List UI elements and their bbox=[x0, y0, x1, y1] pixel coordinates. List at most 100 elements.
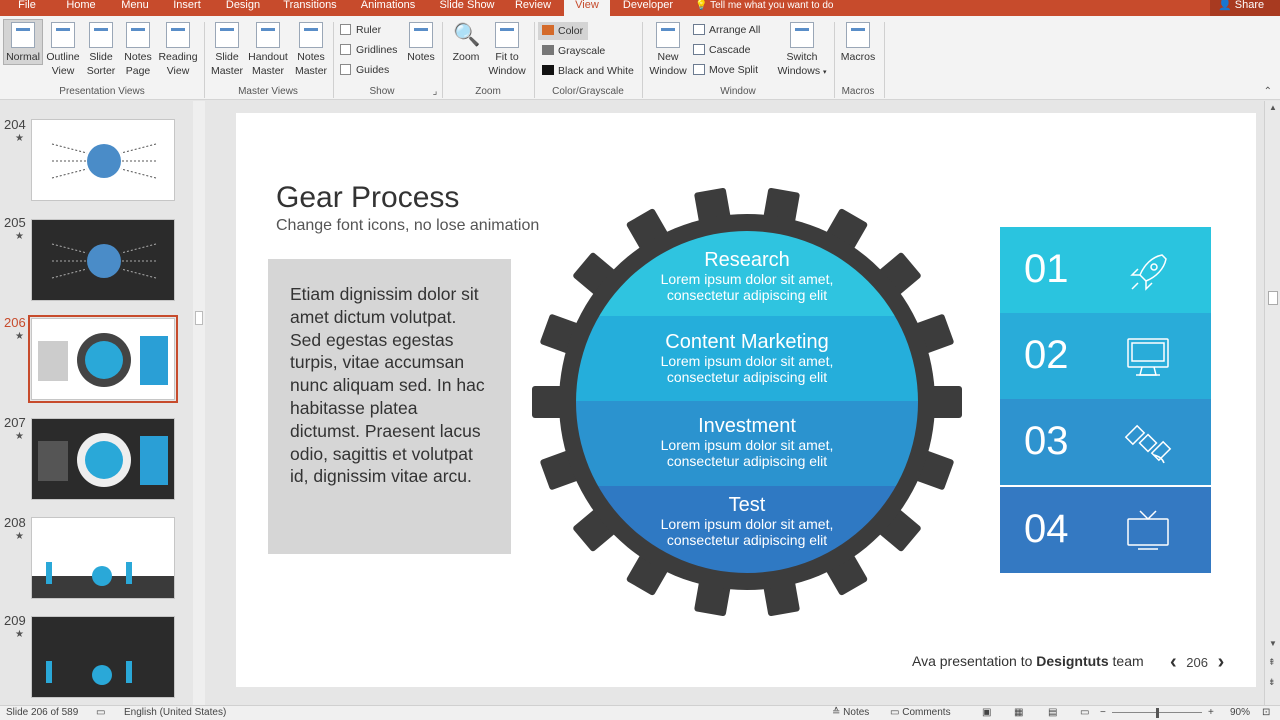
tab-developer[interactable]: Developer bbox=[616, 0, 680, 16]
number-box-04[interactable]: 04 bbox=[1000, 487, 1211, 573]
outline-view-button[interactable]: Outline View bbox=[44, 20, 82, 78]
arrange-all-button[interactable]: Arrange All bbox=[693, 24, 760, 36]
new-window-button[interactable]: New Window bbox=[648, 20, 688, 78]
tab-view[interactable]: View bbox=[564, 0, 610, 16]
tab-menu[interactable]: Menu bbox=[112, 0, 158, 16]
fit-slide-icon[interactable]: ⊡ bbox=[1262, 706, 1270, 720]
normal-view-button[interactable]: Normal bbox=[3, 19, 43, 65]
chevron-left-icon[interactable]: ‹ bbox=[1170, 651, 1177, 674]
tab-home[interactable]: Home bbox=[58, 0, 104, 16]
slide-subtitle[interactable]: Change font icons, no lose animation bbox=[276, 217, 539, 235]
zoom-slider-thumb[interactable] bbox=[1156, 708, 1159, 718]
slide-thumbnail-205[interactable] bbox=[31, 219, 175, 301]
tab-file[interactable]: File bbox=[4, 0, 50, 16]
notes-button[interactable]: Notes bbox=[404, 20, 438, 64]
previous-slide-icon[interactable]: ⇞ bbox=[1268, 657, 1276, 668]
fit-label-2: Window bbox=[488, 65, 526, 77]
segment-text: Lorem ipsum dolor sit amet, bbox=[660, 516, 834, 532]
tell-me-search[interactable]: 💡 Tell me what you want to do bbox=[695, 0, 833, 11]
zoom-in-icon[interactable]: + bbox=[1208, 706, 1214, 720]
segment-investment: Investment Lorem ipsum dolor sit amet, c… bbox=[532, 415, 962, 469]
slide-thumbnail-207[interactable] bbox=[31, 418, 175, 500]
slideshow-status-icon[interactable]: ▭ bbox=[1080, 706, 1089, 720]
macros-button[interactable]: Macros bbox=[838, 20, 878, 64]
guides-label: Guides bbox=[356, 64, 390, 76]
tab-animations[interactable]: Animations bbox=[350, 0, 426, 16]
number-label: 03 bbox=[1024, 419, 1069, 463]
notes-page-button[interactable]: Notes Page bbox=[120, 20, 156, 78]
spellcheck-icon[interactable]: ▭ bbox=[96, 706, 105, 720]
notes-master-button[interactable]: Notes Master bbox=[292, 20, 330, 78]
chevron-right-icon[interactable]: › bbox=[1218, 651, 1225, 674]
segment-text: consectetur adipiscing elit bbox=[666, 532, 828, 548]
scroll-up-icon[interactable]: ▲ bbox=[1269, 103, 1277, 112]
gridlines-checkbox[interactable]: Gridlines bbox=[340, 44, 397, 56]
number-box-03[interactable]: 03 bbox=[1000, 399, 1211, 485]
slide-thumbnail-208[interactable] bbox=[31, 517, 175, 599]
thumb-preview bbox=[38, 333, 168, 387]
grayscale-swatch-icon bbox=[542, 45, 554, 55]
grayscale-button[interactable]: Grayscale bbox=[538, 42, 605, 60]
slide-thumbnail-204[interactable] bbox=[31, 119, 175, 201]
ruler-label: Ruler bbox=[356, 24, 382, 36]
status-bar: Slide 206 of 589 ▭ English (United State… bbox=[0, 705, 1280, 720]
tab-insert[interactable]: Insert bbox=[164, 0, 210, 16]
ruler-checkbox[interactable]: Ruler bbox=[340, 24, 381, 36]
thumb-number: 208 bbox=[4, 515, 26, 530]
animation-star-icon: ★ bbox=[15, 133, 24, 144]
animation-star-icon: ★ bbox=[15, 629, 24, 640]
switch-windows-button[interactable]: Switch Windows ▾ bbox=[776, 20, 828, 80]
slide-sorter-icon bbox=[89, 22, 113, 48]
slide-title[interactable]: Gear Process bbox=[276, 181, 459, 215]
tab-review[interactable]: Review bbox=[508, 0, 558, 16]
next-slide-icon[interactable]: ⇟ bbox=[1268, 677, 1276, 688]
macros-label: Macros bbox=[840, 51, 876, 63]
current-slide[interactable]: Gear Process Change font icons, no lose … bbox=[236, 113, 1256, 687]
slide-sorter-status-icon[interactable]: ▦ bbox=[1014, 706, 1023, 720]
guides-checkbox[interactable]: Guides bbox=[340, 64, 389, 76]
arrange-all-icon bbox=[693, 24, 705, 35]
zoom-level[interactable]: 90% bbox=[1230, 706, 1250, 720]
dialog-launcher-icon[interactable]: ⌟ bbox=[431, 86, 439, 97]
gear-graphic[interactable]: Research Lorem ipsum dolor sit amet, con… bbox=[532, 187, 962, 617]
group-label-presentation-views: Presentation Views bbox=[59, 86, 145, 97]
segment-research: Research Lorem ipsum dolor sit amet, con… bbox=[532, 249, 962, 303]
scroll-down-icon[interactable]: ▼ bbox=[1269, 639, 1277, 648]
reading-view-button[interactable]: Reading View bbox=[157, 20, 199, 78]
slide-sorter-label-1: Slide bbox=[89, 51, 113, 63]
number-box-02[interactable]: 02 bbox=[1000, 313, 1211, 399]
handout-master-button[interactable]: Handout Master bbox=[246, 20, 290, 78]
reading-view-status-icon[interactable]: ▤ bbox=[1048, 706, 1057, 720]
animation-star-icon: ★ bbox=[15, 331, 24, 342]
outline-view-icon bbox=[51, 22, 75, 48]
scrollbar-thumb[interactable] bbox=[1268, 291, 1278, 305]
slide-sorter-button[interactable]: Slide Sorter bbox=[84, 20, 118, 78]
slide-master-button[interactable]: Slide Master bbox=[208, 20, 246, 78]
normal-view-status-icon[interactable]: ▣ bbox=[982, 706, 991, 720]
fit-to-window-button[interactable]: Fit to Window bbox=[486, 20, 528, 78]
share-button[interactable]: 👤 Share bbox=[1210, 0, 1280, 16]
tab-slide-show[interactable]: Slide Show bbox=[434, 0, 500, 16]
slide-thumbnail-209[interactable] bbox=[31, 616, 175, 698]
move-split-button[interactable]: Move Split bbox=[693, 64, 758, 76]
black-white-button[interactable]: Black and White bbox=[538, 62, 634, 80]
group-label-master-views: Master Views bbox=[238, 86, 298, 97]
slide-scrollbar[interactable]: ▲ ▼ ⇞ ⇟ bbox=[1264, 101, 1280, 705]
thumbnail-scrollbar[interactable] bbox=[193, 101, 205, 705]
zoom-out-icon[interactable]: − bbox=[1100, 706, 1106, 720]
zoom-button[interactable]: 🔍 Zoom bbox=[448, 20, 484, 64]
notes-label: Notes bbox=[843, 707, 870, 718]
number-box-01[interactable]: 01 bbox=[1000, 227, 1211, 313]
cascade-button[interactable]: Cascade bbox=[693, 44, 750, 56]
language-indicator[interactable]: English (United States) bbox=[124, 706, 226, 720]
tab-design[interactable]: Design bbox=[216, 0, 270, 16]
footer-text: team bbox=[1108, 653, 1144, 669]
comments-toggle[interactable]: ▭ Comments bbox=[890, 706, 951, 720]
tab-transitions[interactable]: Transitions bbox=[276, 0, 344, 16]
body-text-box[interactable]: Etiam dignissim dolor sit amet dictum vo… bbox=[268, 259, 511, 554]
color-button[interactable]: Color bbox=[538, 22, 588, 40]
slide-thumbnail-206[interactable] bbox=[28, 315, 178, 403]
scrollbar-thumb[interactable] bbox=[195, 311, 203, 325]
collapse-ribbon-icon[interactable]: ⌃ bbox=[1264, 86, 1272, 97]
notes-toggle[interactable]: ≙ Notes bbox=[832, 706, 869, 720]
